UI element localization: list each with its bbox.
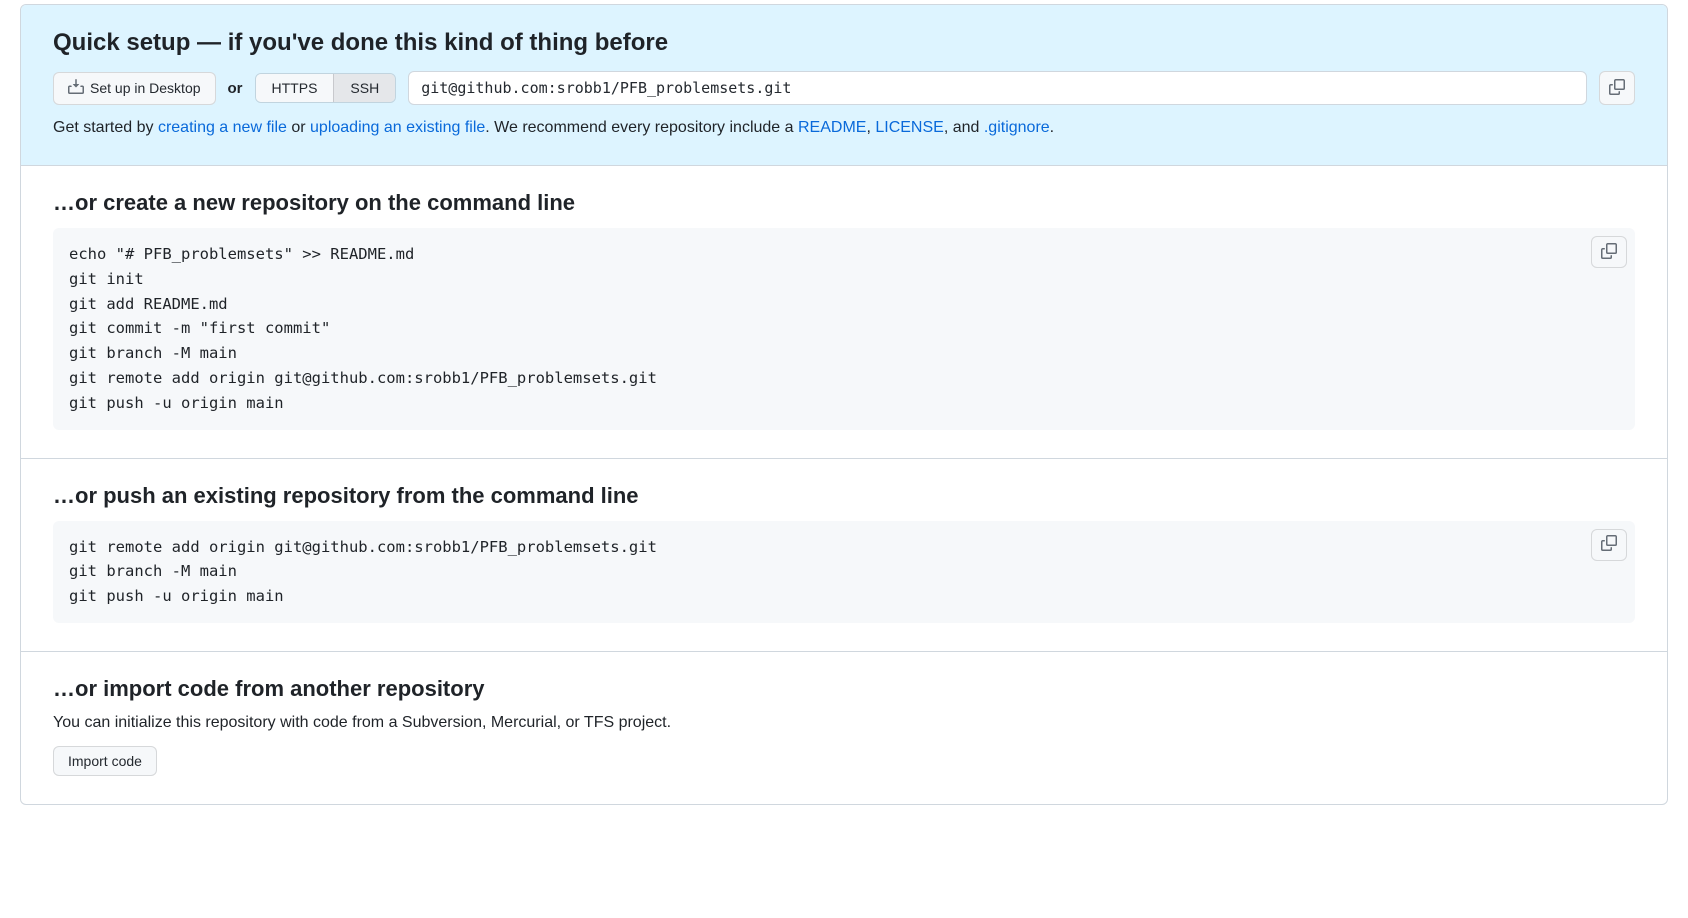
clone-url-input[interactable] <box>408 71 1587 105</box>
desktop-download-icon <box>68 79 84 98</box>
help-line: Get started by creating a new file or up… <box>53 119 1635 137</box>
clone-row: Set up in Desktop or HTTPS SSH <box>53 71 1635 105</box>
copy-icon <box>1609 79 1625 98</box>
create-repo-code[interactable]: echo "# PFB_problemsets" >> README.md gi… <box>69 242 1619 416</box>
link-create-new-file[interactable]: creating a new file <box>158 119 287 136</box>
repo-setup-panel: Quick setup — if you've done this kind o… <box>20 4 1668 805</box>
protocol-https-button[interactable]: HTTPS <box>256 74 334 102</box>
copy-icon <box>1601 243 1617 262</box>
link-license[interactable]: LICENSE <box>875 119 943 136</box>
quick-setup-heading: Quick setup — if you've done this kind o… <box>53 29 1635 57</box>
link-gitignore[interactable]: .gitignore <box>984 119 1050 136</box>
link-upload-file[interactable]: uploading an existing file <box>310 119 485 136</box>
create-repo-section: …or create a new repository on the comma… <box>21 166 1667 459</box>
create-repo-codeblock: echo "# PFB_problemsets" >> README.md gi… <box>53 228 1635 430</box>
or-text: or <box>228 80 243 97</box>
import-code-button[interactable]: Import code <box>53 746 157 776</box>
setup-in-desktop-button[interactable]: Set up in Desktop <box>53 72 216 105</box>
copy-push-code-button[interactable] <box>1591 529 1627 561</box>
link-readme[interactable]: README <box>798 119 866 136</box>
push-repo-codeblock: git remote add origin git@github.com:sro… <box>53 521 1635 623</box>
copy-icon <box>1601 535 1617 554</box>
quick-setup-section: Quick setup — if you've done this kind o… <box>21 5 1667 166</box>
push-repo-code[interactable]: git remote add origin git@github.com:sro… <box>69 535 1619 609</box>
import-heading: …or import code from another repository <box>53 676 1635 702</box>
import-section: …or import code from another repository … <box>21 652 1667 804</box>
push-repo-heading: …or push an existing repository from the… <box>53 483 1635 509</box>
import-description: You can initialize this repository with … <box>53 714 1635 732</box>
push-repo-section: …or push an existing repository from the… <box>21 459 1667 652</box>
import-code-label: Import code <box>68 753 142 769</box>
protocol-toggle: HTTPS SSH <box>255 73 397 103</box>
protocol-ssh-button[interactable]: SSH <box>333 74 395 102</box>
setup-in-desktop-label: Set up in Desktop <box>90 80 201 96</box>
copy-create-code-button[interactable] <box>1591 236 1627 268</box>
copy-url-button[interactable] <box>1599 71 1635 105</box>
create-repo-heading: …or create a new repository on the comma… <box>53 190 1635 216</box>
